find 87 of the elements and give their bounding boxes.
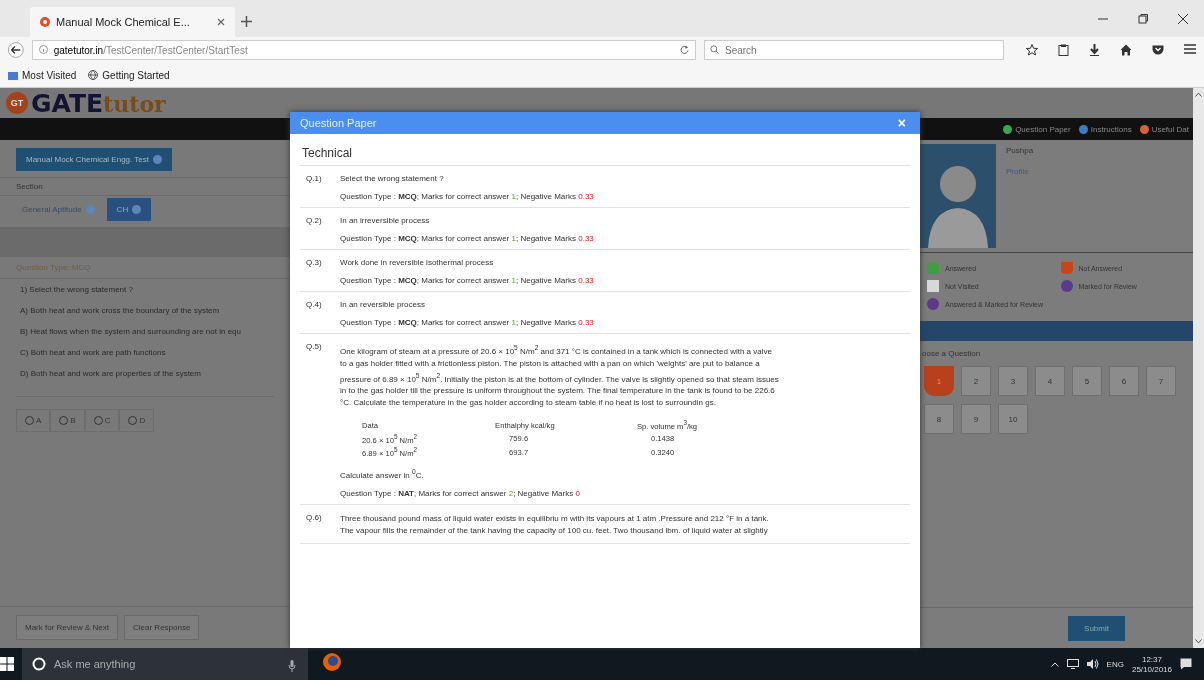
cortana-icon	[32, 657, 46, 671]
question-meta: Question Type : MCQ; Marks for correct answer 1; Negative Marks 0.33	[340, 192, 594, 201]
section-heading: Technical	[300, 140, 910, 166]
question-meta: Question Type : NAT; Marks for correct answer 2; Negative Marks 0	[340, 488, 581, 498]
home-icon[interactable]	[1120, 44, 1132, 56]
question-number-button[interactable]: 5	[1072, 366, 1102, 396]
question-number-button[interactable]: 8	[924, 404, 954, 434]
reload-icon[interactable]	[680, 44, 689, 54]
notification-icon[interactable]	[1180, 658, 1192, 670]
option-text: C) Both heat and work are path functions	[19, 347, 167, 359]
question-text: Select the wrong statement ?	[340, 174, 445, 183]
address-bar[interactable]: gatetutor.in/TestCenter/TestCenter/StartTest	[31, 40, 696, 60]
question-number-button[interactable]: 4	[1035, 366, 1065, 396]
submit-button[interactable]: Submit	[1068, 615, 1125, 641]
bookmarks-folder-icon	[8, 70, 18, 80]
question-text: In an reversible process	[340, 300, 426, 309]
search-field[interactable]: Search	[704, 40, 1004, 60]
menu-icon[interactable]	[1184, 44, 1196, 54]
answer-radio[interactable]: D	[119, 409, 155, 432]
clipboard-icon[interactable]	[1058, 44, 1069, 56]
answer-note: Calculate answer in $^{0}$C.	[340, 467, 425, 480]
star-icon[interactable]	[1026, 44, 1038, 56]
bookmark-link[interactable]: Most Visited	[22, 69, 77, 81]
palette-title: oose a Question	[921, 348, 982, 360]
logo-text: GATEtutor	[31, 88, 166, 118]
question-number: Q.3)	[306, 258, 323, 269]
question-text: Work done in reversible isothermal process	[340, 258, 495, 267]
logo-badge: GT	[6, 92, 28, 114]
test-name-button[interactable]: Manual Mock Chemical Engg. Test	[16, 148, 173, 171]
language-indicator[interactable]: ENG	[1106, 659, 1124, 669]
question-text: One kilogram of steam at a pressure of 20.6 × 10$^{5}$ N/m$^{2}$ and 371 °C is contained in a tank which is connected with a valve to a gas holder fitted with a frictionless piston. The piston is attached with a pan on which 'weights' are put to balance a pressure of 6.89 × 10$^{5}$ N/m$^{2}$. Initially the piston is at the bottom of cylinder. The valve is slightly opened so that steam issues in to the gas holder till the pressure is uniform throughout the system. The final temperature in the tank is found to be 226.6 °C. Calculate the temperature in the gas holder according to steam table if no heat is lost to surroundin gs.	[340, 343, 780, 410]
clear-response-button[interactable]: Clear Response	[124, 615, 200, 640]
question-meta: Question Type : MCQ; Marks for correct answer 1; Negative Marks 0.33	[340, 276, 594, 285]
question-meta: Question Type : MCQ; Marks for correct answer 1; Negative Marks 0.33	[340, 318, 594, 327]
question-number: Q.2)	[306, 216, 323, 227]
top-link[interactable]: Question Paper	[1015, 124, 1071, 134]
speaker-icon[interactable]	[1086, 659, 1099, 669]
question-text: Three thousand pound mass of liquid water exists in equilibriu m with its vapours at 1 atm .Pressure and 212 °F in a tank. The vapour fills the remainder of the tank having the capacity of 100 cu. feet. Two thousand lbm. of liquid water at slightly	[340, 512, 770, 537]
clock-date: 25/10/2016	[1131, 664, 1172, 674]
question-number-button[interactable]: 6	[1109, 366, 1139, 396]
pocket-icon[interactable]	[1152, 44, 1164, 55]
url-text: gatetutor.in/TestCenter/TestCenter/StartTest	[53, 44, 248, 56]
answer-radio[interactable]: B	[50, 409, 85, 432]
candidate-name: Pushpa	[1006, 146, 1034, 155]
question-number-button[interactable]: 10	[998, 404, 1028, 434]
question-number-button[interactable]: 3	[998, 366, 1028, 396]
question-number-button[interactable]: 7	[1146, 366, 1176, 396]
question-number-button[interactable]: 1	[924, 366, 954, 396]
dialog-title: Question Paper	[300, 117, 378, 129]
search-icon	[710, 45, 719, 54]
question-number: Q.4)	[306, 300, 323, 311]
question-number-button[interactable]: 2	[961, 366, 991, 396]
globe-icon	[88, 70, 99, 80]
microphone-icon	[288, 660, 296, 672]
browser-tab[interactable]: Manual Mock Chemical E...	[30, 7, 235, 37]
question-meta: Question Type : MCQ; Marks for correct answer 1; Negative Marks 0.33	[340, 234, 594, 243]
browser-icon[interactable]	[322, 652, 342, 672]
answer-radio[interactable]: A	[16, 409, 51, 432]
info-icon	[38, 44, 48, 54]
question-text: In an irreversible process	[340, 216, 431, 225]
option-text: D) Both heat and work are properties of the system	[19, 368, 202, 380]
site-icon	[40, 17, 50, 27]
question-text: 1) Select the wrong statement ?	[19, 284, 134, 296]
close-icon[interactable]	[217, 18, 225, 26]
option-text: A) Both heat and work cross the boundary of the system	[19, 305, 221, 317]
option-text: B) Heat flows when the system and surrounding are not in equ	[19, 326, 242, 338]
taskbar-search-field[interactable]: Ask me anything	[22, 648, 308, 680]
question-number: Q.6)	[306, 512, 323, 524]
new-tab-icon[interactable]	[241, 15, 252, 27]
question-number-button[interactable]: 9	[961, 404, 991, 434]
chevron-up-icon[interactable]	[1050, 661, 1059, 667]
download-icon[interactable]	[1089, 44, 1100, 56]
close-button[interactable]: ×	[893, 116, 910, 130]
top-link[interactable]: Useful Dat	[1151, 124, 1189, 134]
bookmark-link[interactable]: Getting Started	[102, 69, 170, 81]
scrollbar[interactable]	[1193, 88, 1204, 648]
section-tab[interactable]: CH	[106, 198, 152, 221]
restore-icon[interactable]	[1138, 13, 1148, 24]
close-icon[interactable]	[1178, 13, 1188, 24]
windows-icon[interactable]	[0, 657, 14, 671]
back-icon[interactable]	[8, 41, 24, 59]
question-number: Q.5)	[306, 342, 323, 353]
section-label: Section	[0, 177, 290, 196]
network-icon[interactable]	[1066, 659, 1079, 669]
top-link[interactable]: Instructions	[1090, 124, 1132, 134]
clock-time: 12:37	[1141, 654, 1162, 664]
question-number: Q.1)	[306, 174, 323, 185]
